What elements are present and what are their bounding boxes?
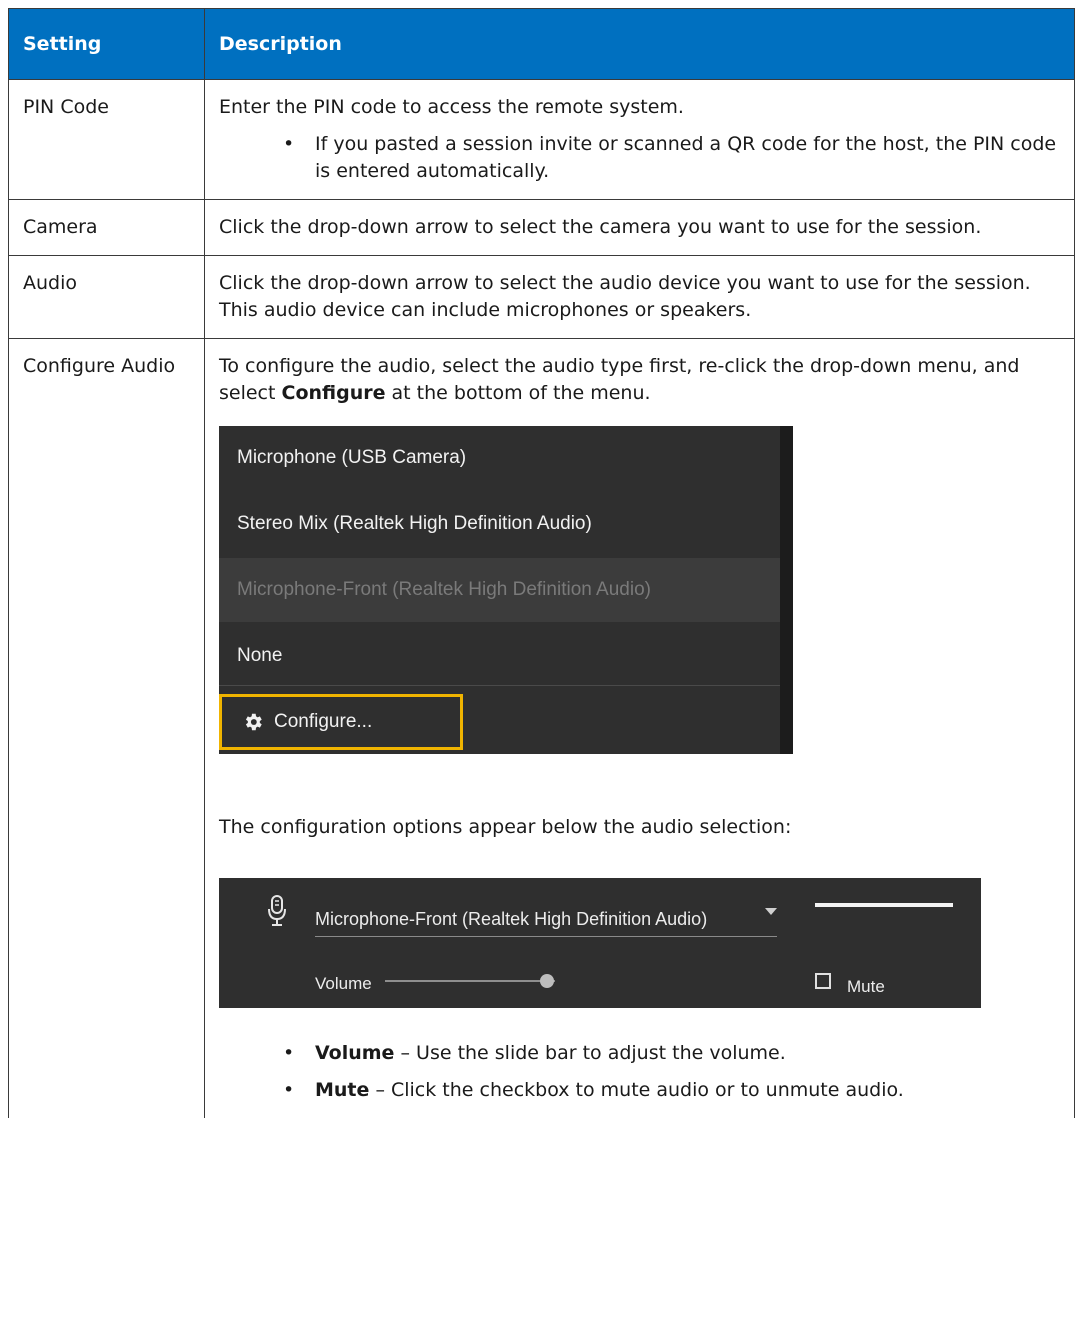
audio-device-select[interactable]: Microphone-Front (Realtek High Definitio… [315, 902, 777, 937]
description-text: Click the drop-down arrow to select the … [219, 216, 982, 238]
gear-icon [245, 713, 262, 731]
config-note: The configuration options appear below t… [219, 816, 792, 838]
header-setting: Setting [8, 8, 205, 80]
header-description: Description [204, 8, 1075, 80]
bullet-text: Mute – Click the checkbox to mute audio … [315, 1079, 904, 1101]
description-text: To configure the audio, select the audio… [219, 355, 1020, 404]
audio-config-panel: Microphone-Front (Realtek High Definitio… [219, 878, 981, 1008]
volume-label: Volume [315, 974, 372, 993]
table-row: Configure Audio To configure the audio, … [8, 338, 1075, 1118]
audio-dropdown-menu: Microphone (USB Camera) Stereo Mix (Real… [219, 426, 793, 754]
microphone-icon [268, 895, 286, 926]
mute-checkbox[interactable] [815, 973, 831, 989]
table-row: Audio Click the drop-down arrow to selec… [8, 255, 1075, 339]
description-text: Click the drop-down arrow to select the … [219, 272, 1031, 321]
configure-menu-item[interactable]: Configure... [219, 694, 463, 750]
menu-item-microphone-front[interactable]: Microphone-Front (Realtek High Definitio… [219, 558, 780, 622]
chevron-down-icon[interactable] [765, 908, 777, 915]
menu-item-stereo-mix[interactable]: Stereo Mix (Realtek High Definition Audi… [219, 492, 780, 556]
bullet-item: • Volume – Use the slide bar to adjust t… [219, 1040, 1060, 1067]
table-row: Camera Click the drop-down arrow to sele… [8, 199, 1075, 256]
bullet-text: Volume – Use the slide bar to adjust the… [315, 1042, 786, 1064]
bullet-text: If you pasted a session invite or scanne… [315, 133, 1057, 182]
mute-label: Mute [847, 977, 885, 996]
bullet-item: • If you pasted a session invite or scan… [219, 131, 1060, 185]
audio-level-meter [815, 903, 953, 907]
menu-item-none[interactable]: None [219, 624, 780, 688]
description-cell: Click the drop-down arrow to select the … [204, 255, 1075, 339]
description-cell: Click the drop-down arrow to select the … [204, 199, 1075, 256]
description-cell: Enter the PIN code to access the remote … [204, 79, 1075, 200]
setting-cell: Configure Audio [8, 338, 205, 1118]
description-text: Enter the PIN code to access the remote … [219, 96, 684, 118]
bullet-dot: • [283, 1042, 295, 1064]
volume-slider-handle[interactable] [539, 974, 554, 988]
menu-item-usb-camera-mic[interactable]: Microphone (USB Camera) [219, 426, 780, 490]
bullet-dot: • [283, 1079, 295, 1101]
setting-cell: Camera [8, 199, 205, 256]
bullet-item: • Mute – Click the checkbox to mute audi… [219, 1077, 1060, 1104]
configure-label: Configure... [274, 711, 373, 732]
menu-divider [219, 685, 780, 686]
table-header-row: Setting Description [8, 8, 1075, 80]
table-row: PIN Code Enter the PIN code to access th… [8, 79, 1075, 200]
setting-cell: PIN Code [8, 79, 205, 200]
description-cell: To configure the audio, select the audio… [204, 338, 1075, 1118]
menu-scrollbar[interactable] [780, 426, 793, 754]
bullet-dot: • [283, 133, 295, 155]
settings-table: Setting Description PIN Code Enter the P… [8, 8, 1075, 1118]
setting-cell: Audio [8, 255, 205, 339]
configure-bold: Configure [281, 382, 386, 404]
volume-slider-track[interactable] [385, 980, 555, 982]
